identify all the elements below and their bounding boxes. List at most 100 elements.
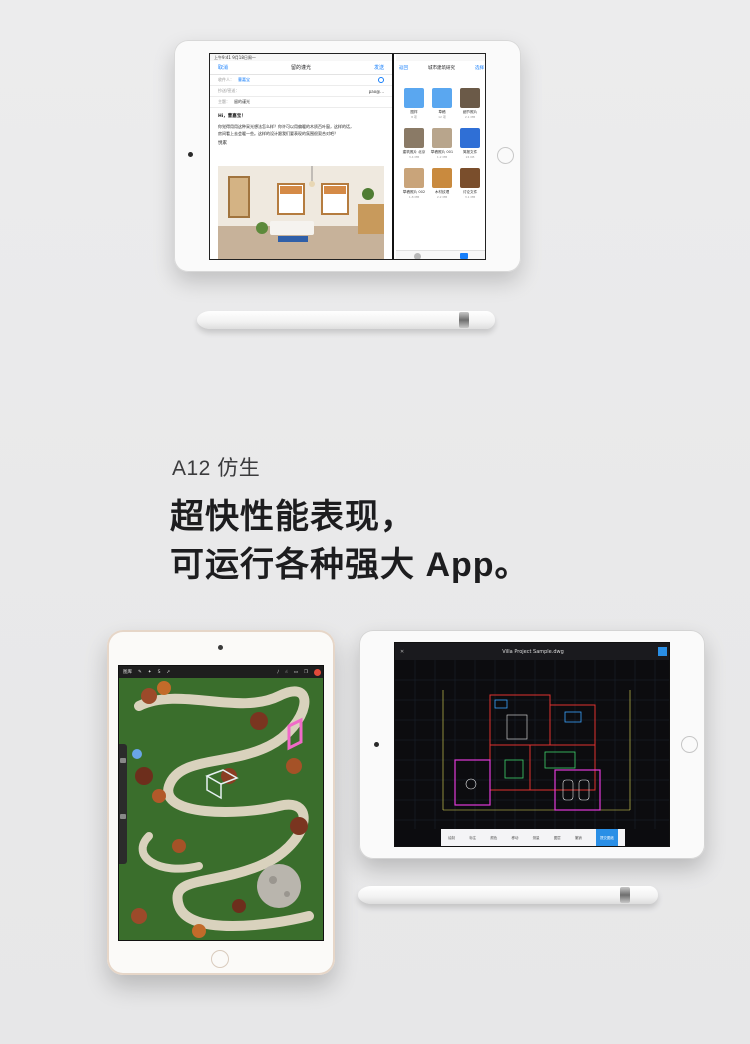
pencil-band xyxy=(459,312,469,328)
file-meta: 8 项 xyxy=(411,115,417,119)
to-field[interactable]: 收件人： 曹嘉宝 xyxy=(210,75,392,86)
pencil-band xyxy=(620,887,630,903)
headline-line-2: 可运行各种强大 App。 xyxy=(170,546,530,584)
file-thumbnail xyxy=(460,88,480,108)
mail-body-line-2: 房间看上去会暖一些。这样的设计跟我们要表现的氛围很契合对吧？ xyxy=(218,131,338,136)
to-value: 曹嘉宝 xyxy=(238,77,250,82)
home-button xyxy=(681,736,698,753)
recents-tab-icon[interactable] xyxy=(414,253,421,259)
chip-subtitle: A12 仿生 xyxy=(172,457,261,480)
brush-size-handle[interactable] xyxy=(120,758,126,763)
file-item[interactable]: 讨论文件 3.1 MB xyxy=(457,168,483,208)
cad-tool-6[interactable]: 撤销 xyxy=(575,836,582,841)
procreate-screen: 图库 ✎ ✦ S ➚ ∕ ☝ ▭ ❐ xyxy=(118,665,324,941)
file-meta: 12 项 xyxy=(438,115,446,119)
files-select-button[interactable]: 选择 xyxy=(475,65,484,71)
headline: 超快性能表现， 可运行各种强大 App。 xyxy=(170,493,530,589)
transform-icon[interactable]: ➚ xyxy=(166,670,170,675)
apple-pencil-top xyxy=(197,311,495,329)
files-grid: 图样 8 项草稿 12 项细节照片 2.1 MB 建筑照片 北京 3.4 MB 草稿照片 0… xyxy=(400,88,484,208)
mail-signature: 悦家 xyxy=(218,141,227,146)
files-nav-bar: 返回 城市建筑研究 选择 xyxy=(396,61,485,75)
front-camera xyxy=(188,152,193,157)
cc-field[interactable]: 抄送/密送： pao@... xyxy=(210,86,392,97)
cad-file-title: Villa Project Sample.dwg xyxy=(502,648,564,655)
file-meta: 24 KB xyxy=(465,155,475,159)
mail-send-button[interactable]: 发送 xyxy=(374,64,384,71)
cad-tool-1[interactable]: 标注 xyxy=(469,836,476,841)
cad-tool-2[interactable]: 颜色 xyxy=(490,836,497,841)
cad-bottom-toolbar: 绘制 标注 颜色 移动 测量 图层 撤销 提交图纸 xyxy=(441,829,625,846)
front-camera xyxy=(218,645,223,650)
to-label: 收件人： xyxy=(218,77,234,82)
home-button xyxy=(211,950,229,968)
ipad-mini-silver-cad: ✕ Villa Project Sample.dwg 绘制 标注 颜色 移动 测… xyxy=(359,630,705,859)
magic-wand-icon[interactable]: ✦ xyxy=(148,670,152,675)
cad-screen: ✕ Villa Project Sample.dwg 绘制 标注 颜色 移动 测… xyxy=(394,642,670,847)
browse-tab-icon[interactable] xyxy=(460,253,468,259)
color-picker[interactable] xyxy=(314,668,321,676)
file-meta: 1.2 MB xyxy=(436,155,448,159)
cad-tool-5[interactable]: 图层 xyxy=(554,836,561,841)
close-icon[interactable]: ✕ xyxy=(400,649,404,655)
files-tab-bar xyxy=(396,250,485,259)
file-thumbnail xyxy=(460,128,480,148)
file-item[interactable]: 草稿照片 001 1.2 MB xyxy=(429,128,455,168)
maze-illustration xyxy=(119,666,323,940)
cad-tool-0[interactable]: 绘制 xyxy=(448,836,455,841)
file-item[interactable]: 图样 8 项 xyxy=(401,88,427,128)
file-item[interactable]: 草稿照片 002 1.8 MB xyxy=(401,168,427,208)
mail-body-line-1: 你觉得用用这种采光想法怎么样？你许可以用偏暖的木质百叶窗，这样的话， xyxy=(218,124,354,129)
front-camera xyxy=(374,742,379,747)
brush-icon[interactable]: ∕ xyxy=(277,670,279,675)
eraser-icon[interactable]: ▭ xyxy=(294,670,298,675)
subject-field[interactable]: 主题： 留的谨光 xyxy=(210,97,392,108)
file-item[interactable]: 简报文件 24 KB xyxy=(457,128,483,168)
floor-plan-drawing xyxy=(395,660,669,829)
cad-tool-7[interactable]: 提交图纸 xyxy=(595,829,618,846)
wrench-icon[interactable]: ✎ xyxy=(138,670,142,675)
cad-tool-4[interactable]: 测量 xyxy=(533,836,540,841)
file-meta: 1.8 MB xyxy=(408,195,420,199)
mail-compose-title: 留的谨光 xyxy=(290,65,311,71)
brush-size-slider[interactable] xyxy=(119,744,127,864)
headline-line-1: 超快性能表现， xyxy=(170,498,415,536)
mail-nav-bar: 取消 留的谨光 发送 xyxy=(210,61,392,75)
ipad-mini-gold: 图库 ✎ ✦ S ➚ ∕ ☝ ▭ ❐ xyxy=(107,630,335,975)
file-item[interactable]: 建筑照片 北京 3.4 MB xyxy=(401,128,427,168)
status-bar: 上午9:41 9月18日周一 xyxy=(210,54,392,61)
subject-value: 留的谨光 xyxy=(234,99,250,104)
layers-panel-icon[interactable] xyxy=(658,647,667,656)
mail-greeting: Hi，曹嘉宝！ xyxy=(218,114,246,119)
smudge-icon[interactable]: ☝ xyxy=(285,670,288,675)
status-time: 上午9:41 9月18日周一 xyxy=(214,55,256,60)
cad-title-bar: ✕ Villa Project Sample.dwg xyxy=(395,643,669,660)
file-meta: 3.1 MB xyxy=(464,195,476,199)
file-item[interactable]: 草稿 12 项 xyxy=(429,88,455,128)
home-button xyxy=(497,147,514,164)
file-thumbnail xyxy=(432,168,452,188)
ipad-mini-silver-top: 上午9:41 9月18日周一 取消 留的谨光 发送 收件人： 曹嘉宝 抄送/密送… xyxy=(174,40,521,272)
files-back-button[interactable]: 返回 xyxy=(399,65,408,71)
room-photo-attachment[interactable] xyxy=(218,166,384,259)
file-item[interactable]: 细节照片 2.1 MB xyxy=(457,88,483,128)
add-contact-icon[interactable] xyxy=(378,77,384,83)
selection-icon[interactable]: S xyxy=(158,670,161,675)
file-thumbnail xyxy=(460,168,480,188)
file-meta: 3.4 MB xyxy=(408,155,420,159)
cad-tool-3[interactable]: 移动 xyxy=(511,836,518,841)
gallery-button[interactable]: 图库 xyxy=(123,669,132,675)
file-meta: 2.1 MB xyxy=(464,115,476,119)
cc-label: 抄送/密送： xyxy=(218,88,240,93)
file-thumbnail xyxy=(432,88,452,108)
file-thumbnail xyxy=(404,168,424,188)
opacity-handle[interactable] xyxy=(120,814,126,819)
mail-cancel-button[interactable]: 取消 xyxy=(218,64,228,71)
apple-pencil-bottom xyxy=(358,886,658,904)
procreate-toolbar: 图库 ✎ ✦ S ➚ ∕ ☝ ▭ ❐ xyxy=(119,666,323,678)
mail-compose-pane: 上午9:41 9月18日周一 取消 留的谨光 发送 收件人： 曹嘉宝 抄送/密送… xyxy=(210,54,394,259)
mail-body[interactable]: Hi，曹嘉宝！ 你觉得用用这种采光想法怎么样？你许可以用偏暖的木质百叶窗，这样的… xyxy=(210,108,392,152)
files-app-pane: 返回 城市建筑研究 选择 图样 8 项草稿 12 项细节照片 2.1 MB 建筑照片 北… xyxy=(396,54,485,259)
file-item[interactable]: 木材纹理 2.2 MB xyxy=(429,168,455,208)
layers-icon[interactable]: ❐ xyxy=(304,670,308,675)
